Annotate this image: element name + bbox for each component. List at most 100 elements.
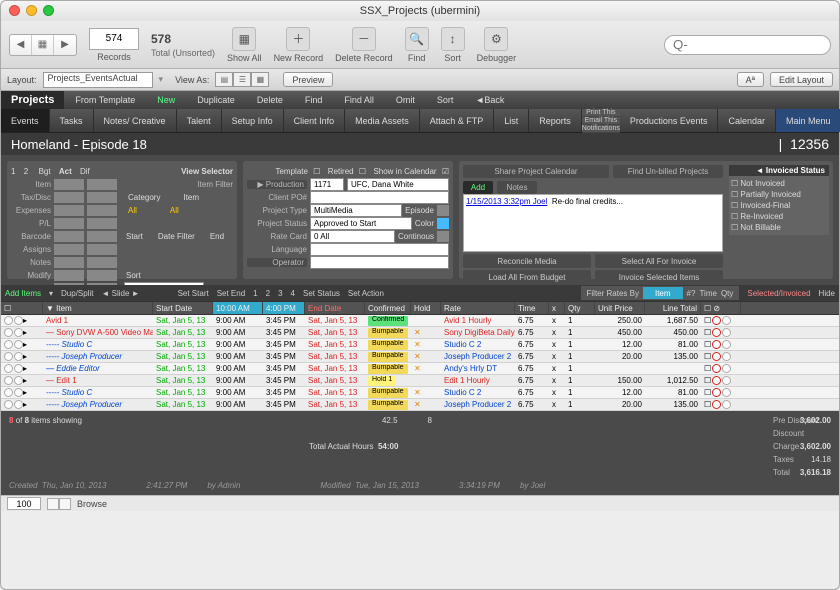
set-status-button[interactable]: Set Status: [303, 289, 340, 298]
col-end-time[interactable]: 4:00 PM: [263, 302, 305, 314]
table-row[interactable]: ▸----- Studio CSat, Jan 5, 139:00 AM3:45…: [1, 387, 839, 399]
table-row[interactable]: ▸----- Studio CSat, Jan 5, 139:00 AM3:45…: [1, 339, 839, 351]
show-all-icon[interactable]: ▦: [232, 27, 256, 51]
tab-attach[interactable]: Attach & FTP: [420, 109, 495, 132]
chk-final[interactable]: ☐ Invoiced-Final: [731, 200, 827, 211]
table-row[interactable]: ▸— Edit 1Sat, Jan 5, 139:00 AM3:45 PMSat…: [1, 375, 839, 387]
record-nav[interactable]: ◀▦▶: [9, 34, 77, 56]
invoice-selected-button[interactable]: Invoice Selected Items: [595, 270, 723, 284]
delete-button[interactable]: Delete: [247, 91, 293, 109]
project-type-select[interactable]: MultiMedia: [310, 204, 402, 217]
item-pill[interactable]: Item: [643, 287, 683, 299]
col-item[interactable]: ▼ Item: [43, 302, 153, 314]
tab-list[interactable]: List: [494, 109, 529, 132]
record-number-input[interactable]: [89, 28, 139, 50]
p1-tab-act[interactable]: Act: [59, 167, 72, 176]
p1-tab-1[interactable]: 1: [11, 167, 15, 176]
table-row[interactable]: ▸----- Joseph ProducerSat, Jan 5, 139:00…: [1, 399, 839, 411]
operator-button[interactable]: Operator: [247, 258, 307, 267]
table-row[interactable]: ▸Avid 1Sat, Jan 5, 139:00 AM3:45 PMSat, …: [1, 315, 839, 327]
tab-events[interactable]: Events: [1, 109, 50, 132]
tab-setup[interactable]: Setup Info: [222, 109, 284, 132]
table-row[interactable]: ▸----- Joseph ProducerSat, Jan 5, 139:00…: [1, 351, 839, 363]
client-po-input[interactable]: [310, 191, 449, 204]
chk-reinvoiced[interactable]: ☐ Re-Invoiced: [731, 211, 827, 222]
note-timestamp[interactable]: 1/15/2013 3:32pm Joel: [466, 197, 547, 206]
color-swatch[interactable]: [437, 218, 449, 229]
tab-productions-events[interactable]: Productions Events: [620, 109, 719, 132]
tab-main-menu[interactable]: Main Menu: [776, 109, 840, 132]
edit-layout-button[interactable]: Edit Layout: [770, 72, 833, 87]
num-4[interactable]: 4: [291, 289, 295, 298]
hide-button[interactable]: Hide: [819, 289, 835, 298]
minimize-icon[interactable]: [26, 5, 37, 16]
tab-reports[interactable]: Reports: [529, 109, 582, 132]
col-start-date[interactable]: Start Date: [153, 302, 213, 314]
tab-tasks[interactable]: Tasks: [50, 109, 94, 132]
set-start-button[interactable]: Set Start: [178, 289, 209, 298]
find-icon[interactable]: 🔍: [405, 27, 429, 51]
language-select[interactable]: [310, 243, 449, 256]
find-button[interactable]: Find: [295, 91, 333, 109]
search-input[interactable]: [664, 35, 831, 55]
notes-area[interactable]: 1/15/2013 3:32pm Joel Re-do final credit…: [463, 194, 723, 252]
col-unit-price[interactable]: Unit Price: [595, 302, 645, 314]
table-row[interactable]: ▸— Eddie EditorSat, Jan 5, 139:00 AM3:45…: [1, 363, 839, 375]
omit-button[interactable]: Omit: [386, 91, 425, 109]
sort-icon[interactable]: ↕: [441, 27, 465, 51]
print-this-button[interactable]: Print This: [582, 109, 620, 117]
num-2[interactable]: 2: [266, 289, 270, 298]
dup-split-button[interactable]: Dup/Split: [61, 289, 93, 298]
reconcile-media-button[interactable]: Reconcile Media: [463, 254, 591, 268]
zoom-icon[interactable]: [43, 5, 54, 16]
col-rate[interactable]: Rate: [441, 302, 515, 314]
add-items-button[interactable]: Add Items: [5, 289, 41, 298]
close-icon[interactable]: [9, 5, 20, 16]
col-hold[interactable]: Hold: [411, 302, 441, 314]
new-record-icon[interactable]: ＋: [286, 27, 310, 51]
episode-input[interactable]: [437, 205, 449, 216]
aa-button[interactable]: Aª: [737, 72, 764, 87]
tab-talent[interactable]: Talent: [177, 109, 222, 132]
col-confirmed[interactable]: Confirmed: [365, 302, 411, 314]
tab-calendar[interactable]: Calendar: [718, 109, 776, 132]
project-status-select[interactable]: Approved to Start: [310, 217, 412, 230]
slide-button[interactable]: ◄ Slide ►: [102, 289, 140, 298]
email-this-button[interactable]: Email This: [582, 117, 620, 125]
table-row[interactable]: ▸— Sony DVW A-500 Video Machine #1Sat, J…: [1, 327, 839, 339]
load-budget-button[interactable]: Load All From Budget: [463, 270, 591, 284]
p1-tab-2[interactable]: 2: [24, 167, 28, 176]
operator-select[interactable]: [310, 256, 449, 269]
chk-partial[interactable]: ☐ Partially Invoiced: [731, 189, 827, 200]
preview-button[interactable]: Preview: [283, 72, 333, 87]
tab-notes[interactable]: Notes/ Creative: [94, 109, 177, 132]
rate-card-select[interactable]: 0 All: [310, 230, 395, 243]
view-as-toggle[interactable]: ▤☰▦: [215, 72, 269, 87]
chk-not-billable[interactable]: ☐ Not Billable: [731, 222, 827, 233]
layout-select[interactable]: Projects_EventsActual: [43, 72, 153, 88]
continuous-input[interactable]: [437, 231, 449, 242]
col-qty[interactable]: Qty: [565, 302, 595, 314]
set-action-button[interactable]: Set Action: [348, 289, 384, 298]
add-note-button[interactable]: Add: [463, 181, 493, 194]
new-button[interactable]: New: [147, 91, 185, 109]
debugger-icon[interactable]: ⚙: [484, 27, 508, 51]
p1-tab-bgt[interactable]: Bgt: [39, 167, 51, 176]
col-line-total[interactable]: Line Total: [645, 302, 701, 314]
production-button[interactable]: Production: [266, 180, 304, 189]
num-3[interactable]: 3: [278, 289, 282, 298]
back-button[interactable]: ◄ Back: [465, 91, 514, 109]
select-all-invoice-button[interactable]: Select All For Invoice: [595, 254, 723, 268]
duplicate-button[interactable]: Duplicate: [187, 91, 245, 109]
delete-record-icon[interactable]: －: [352, 27, 376, 51]
find-unbilled-button[interactable]: Find Un-billed Projects: [613, 165, 723, 178]
chk-not-invoiced[interactable]: ☐ Not Invoiced: [731, 178, 827, 189]
tab-client[interactable]: Client Info: [284, 109, 346, 132]
production-id[interactable]: 1171: [310, 178, 344, 191]
p1-tab-dif[interactable]: Dif: [80, 167, 90, 176]
col-end-date[interactable]: End Date: [305, 302, 365, 314]
from-template-button[interactable]: From Template: [65, 91, 145, 109]
set-end-button[interactable]: Set End: [217, 289, 245, 298]
tab-media[interactable]: Media Assets: [345, 109, 420, 132]
zoom-input[interactable]: [7, 497, 41, 510]
